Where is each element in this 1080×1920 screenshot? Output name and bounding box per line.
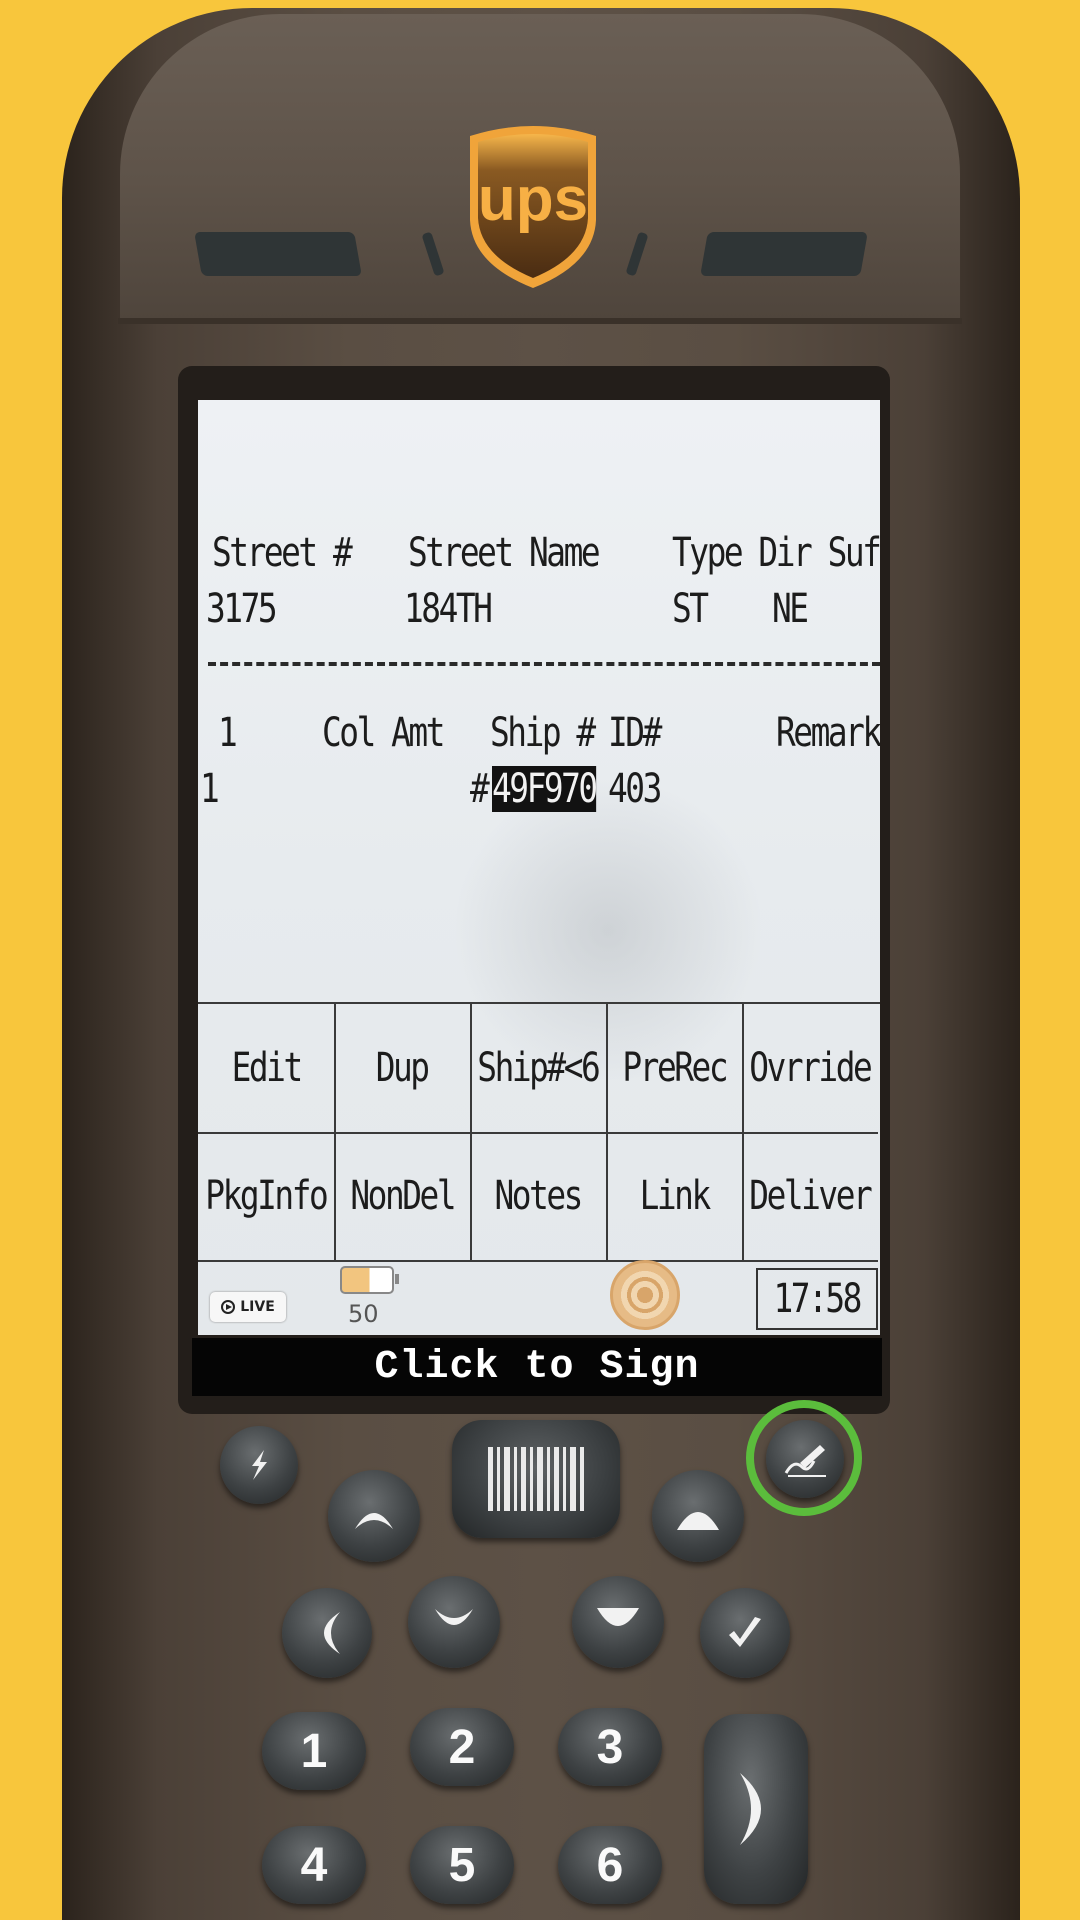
softkey-link[interactable]: Link [606, 1132, 744, 1262]
arrow-down-icon [597, 1608, 639, 1626]
softkey-dup-label: Dup [376, 1045, 430, 1091]
battery-icon [340, 1266, 399, 1294]
confirm-key[interactable] [700, 1588, 790, 1678]
softkey-pkginfo[interactable]: PkgInfo [198, 1132, 336, 1262]
device-screen: Street # Street Name Type Dir Suf 3175 1… [198, 400, 880, 1335]
header-index: 1 [218, 710, 238, 756]
highlight-ring [746, 1400, 862, 1516]
value-type: ST [672, 586, 709, 632]
value-dir: NE [772, 586, 809, 632]
live-label: LIVE [240, 1299, 275, 1315]
key-2[interactable]: 2 [410, 1708, 514, 1786]
softkey-grid: Edit Dup Ship#<6 PreRec Ovrride PkgInfo … [198, 1002, 880, 1262]
nav-left-key[interactable] [282, 1588, 372, 1678]
header-street-name: Street Name [408, 530, 601, 576]
softkey-edit-label: Edit [231, 1045, 303, 1091]
status-bar: LIVE 50 17:58 [198, 1260, 880, 1335]
nav-up-key[interactable] [652, 1470, 744, 1562]
nav-up-left-key[interactable] [328, 1470, 420, 1562]
key-5[interactable]: 5 [410, 1826, 514, 1904]
value-ship-no-selected[interactable]: 49F970 [492, 766, 598, 812]
softkey-deliver-label: Deliver [749, 1173, 873, 1219]
header-street-no: Street # [212, 530, 353, 576]
speaker-right [700, 232, 868, 276]
softkey-ovrride[interactable]: Ovrride [742, 1004, 878, 1134]
speaker-left [194, 232, 362, 276]
softkey-prerec[interactable]: PreRec [606, 1004, 744, 1134]
ups-logo: ups [470, 126, 596, 288]
logo-text: ups [478, 165, 588, 234]
arc-left-icon [324, 1612, 340, 1654]
battery-percent: 50 [348, 1300, 379, 1328]
header-type-dir-suf: Type Dir Suf [672, 530, 880, 576]
header-id-no: ID# [608, 710, 662, 756]
key-4-label: 4 [300, 1838, 328, 1892]
click-to-sign-banner[interactable]: Click to Sign [192, 1338, 882, 1396]
header-remark: Remark [776, 710, 880, 756]
barcode-icon [488, 1447, 584, 1511]
arc-up-icon [355, 1513, 393, 1529]
key-6[interactable]: 6 [558, 1826, 662, 1904]
key-3-label: 3 [596, 1720, 624, 1774]
nav-down-key[interactable] [572, 1576, 664, 1668]
power-key[interactable] [220, 1426, 298, 1504]
key-4[interactable]: 4 [262, 1826, 366, 1904]
clock-time: 17:58 [773, 1276, 863, 1322]
value-street-no: 3175 [206, 586, 278, 632]
softkey-edit[interactable]: Edit [198, 1004, 336, 1134]
value-street-name: 184TH [404, 586, 493, 632]
key-5-label: 5 [448, 1838, 476, 1892]
softkey-dup[interactable]: Dup [334, 1004, 472, 1134]
key-1[interactable]: 1 [262, 1712, 366, 1790]
housing-seam [118, 318, 962, 324]
softkey-notes-label: Notes [494, 1173, 584, 1219]
clock: 17:58 [756, 1268, 878, 1330]
header-col-amt: Col Amt [322, 710, 445, 756]
arrow-up-icon [677, 1512, 719, 1530]
softkey-ship-lt6-label: Ship#<6 [477, 1045, 601, 1091]
checkmark-icon [729, 1617, 761, 1647]
softkey-link-label: Link [639, 1173, 711, 1219]
softkey-notes[interactable]: Notes [470, 1132, 608, 1262]
key-1-label: 1 [300, 1724, 328, 1778]
enter-key[interactable] [704, 1714, 808, 1904]
scan-key[interactable] [452, 1420, 620, 1538]
live-badge[interactable]: LIVE [210, 1292, 286, 1322]
key-2-label: 2 [448, 1720, 476, 1774]
value-id-no: 403 [608, 766, 662, 812]
nav-down-left-key[interactable] [408, 1576, 500, 1668]
softkey-prerec-label: PreRec [622, 1045, 728, 1091]
value-index: 1 [200, 766, 220, 812]
play-icon [221, 1300, 236, 1314]
key-3[interactable]: 3 [558, 1708, 662, 1786]
arc-down-icon [435, 1609, 473, 1625]
softkey-deliver[interactable]: Deliver [742, 1132, 878, 1262]
header-ship-no: Ship # [490, 710, 596, 756]
key-6-label: 6 [596, 1838, 624, 1892]
arc-right-icon [740, 1773, 761, 1845]
signal-icon [610, 1260, 680, 1330]
softkey-ovrride-label: Ovrride [749, 1045, 873, 1091]
separator-line [208, 662, 880, 666]
softkey-nondel-label: NonDel [350, 1173, 456, 1219]
softkey-pkginfo-label: PkgInfo [205, 1173, 329, 1219]
value-ship-prefix: # [470, 766, 490, 812]
softkey-nondel[interactable]: NonDel [334, 1132, 472, 1262]
softkey-ship-lt6[interactable]: Ship#<6 [470, 1004, 608, 1134]
lightning-icon [252, 1450, 267, 1480]
